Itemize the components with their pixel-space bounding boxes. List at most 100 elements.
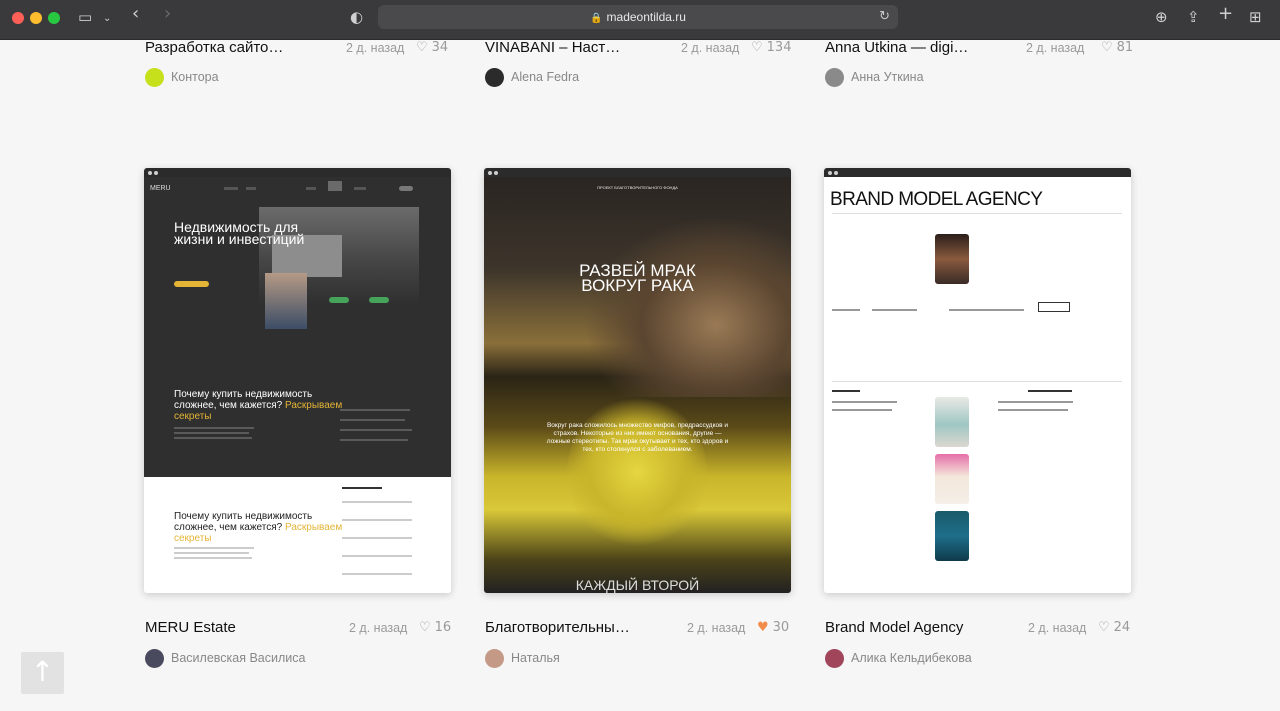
card-title[interactable]: Anna Utkina — digi… <box>825 39 968 56</box>
browser-toolbar: ▭ ⌄ ‹ › ◐ 🔒 madeontilda.ru ↻ ⊕ ⇪ + ⊞ <box>0 0 1280 40</box>
download-icon[interactable]: ⊕ <box>1155 9 1168 25</box>
address-bar[interactable]: 🔒 madeontilda.ru ↻ <box>378 5 898 29</box>
preview-cta <box>174 281 209 287</box>
card-meta: Brand Model Agency 2 д. назад ♡ 24 <box>825 619 1131 641</box>
shield-icon[interactable]: ◐ <box>350 9 363 25</box>
card-author[interactable]: Контора <box>145 68 345 88</box>
chevron-right-icon[interactable]: › <box>164 5 171 23</box>
share-icon[interactable]: ⇪ <box>1187 9 1200 25</box>
card-author[interactable]: Alena Fedra <box>485 68 685 88</box>
preview-glow <box>567 397 707 547</box>
like-button[interactable]: ♡ 81 <box>1101 40 1133 55</box>
card-date: 2 д. назад <box>1028 621 1087 635</box>
scroll-to-top-button[interactable]: ↑ <box>21 652 64 694</box>
project-preview-meru[interactable]: MERU Недвижимость для жизни и инвестиций… <box>144 168 451 593</box>
author-name: Контора <box>171 70 219 84</box>
preview-subheadline: Почему купить недвижимость сложнее, чем … <box>174 389 343 422</box>
card-date: 2 д. назад <box>349 621 408 635</box>
avatar <box>825 68 844 87</box>
chevron-down-icon[interactable]: ⌄ <box>103 11 111 27</box>
card-title[interactable]: Brand Model Agency <box>825 619 963 636</box>
card-author[interactable]: Наталья <box>485 649 685 669</box>
preview-hero: BRAND MODEL AGENCY <box>824 177 1131 593</box>
preview-hero: MERU Недвижимость для жизни и инвестиций… <box>144 177 451 477</box>
url-text: madeontilda.ru <box>606 10 686 24</box>
avatar <box>145 68 164 87</box>
card-date: 2 д. назад <box>346 41 405 55</box>
sidebar-icon[interactable]: ▭ <box>78 9 92 25</box>
like-count: 34 <box>431 40 449 55</box>
card-date: 2 д. назад <box>1026 41 1085 55</box>
arrow-up-icon: ↑ <box>30 655 55 688</box>
card-author[interactable]: Анна Уткина <box>825 68 1025 88</box>
card-author[interactable]: Василевская Василиса <box>145 649 395 669</box>
like-button[interactable]: ♡ 24 <box>1098 620 1130 635</box>
preview-window-bar <box>144 168 451 177</box>
chevron-left-icon[interactable]: ‹ <box>132 5 139 23</box>
like-count: 16 <box>434 620 452 635</box>
avatar <box>485 68 504 87</box>
close-window-button[interactable] <box>12 12 24 24</box>
avatar <box>145 649 164 668</box>
card-title[interactable]: MERU Estate <box>145 619 236 636</box>
like-button[interactable]: ♡ 134 <box>751 40 791 55</box>
heart-icon: ♡ <box>1101 40 1113 55</box>
like-button[interactable]: ♡ 34 <box>416 40 448 55</box>
card-meta: Anna Utkina — digi… 2 д. назад ♡ 81 <box>825 39 1133 61</box>
author-name: Alena Fedra <box>511 70 580 84</box>
like-button[interactable]: ♡ 16 <box>419 620 451 635</box>
preview-headline: ВОКРУГ РАКА <box>581 276 694 295</box>
like-button[interactable]: ♥ 30 <box>757 620 789 635</box>
card-author[interactable]: Алика Кельдибекова <box>825 649 1075 669</box>
like-count: 30 <box>772 620 790 635</box>
plus-icon[interactable]: + <box>1218 5 1233 23</box>
avatar <box>485 649 504 668</box>
avatar <box>825 649 844 668</box>
lock-icon: 🔒 <box>590 13 603 24</box>
like-count: 81 <box>1116 40 1134 55</box>
card-date: 2 д. назад <box>687 621 746 635</box>
author-name: Василевская Василиса <box>171 651 306 665</box>
model-photo <box>935 234 969 284</box>
preview-face-image <box>584 217 791 397</box>
heart-icon: ♡ <box>751 40 763 55</box>
preview-person-image <box>265 273 307 329</box>
preview-button <box>1038 302 1070 312</box>
heart-icon: ♡ <box>1098 620 1110 635</box>
preview-window-bar <box>484 168 791 177</box>
preview-headline: Недвижимость для жизни и инвестиций <box>174 219 305 247</box>
preview-section: Почему купить недвижимость сложнее, чем … <box>144 477 451 593</box>
preview-project-label: ПРОЕКТ БЛАГОТВОРИТЕЛЬНОГО ФОНДА <box>597 185 678 190</box>
preview-window-bar <box>824 168 1131 177</box>
model-photo <box>935 397 969 447</box>
project-preview-brand[interactable]: BRAND MODEL AGENCY <box>824 168 1131 593</box>
tab-overview-icon[interactable]: ⊞ <box>1249 9 1262 25</box>
preview-subheadline: Почему купить недвижимость сложнее, чем … <box>174 511 343 544</box>
reload-icon[interactable]: ↻ <box>879 9 890 24</box>
card-title[interactable]: VINABANI – Наст… <box>485 39 620 56</box>
card-title[interactable]: Разработка сайто… <box>145 39 283 56</box>
preview-headline: BRAND MODEL AGENCY <box>830 189 1043 210</box>
heart-icon: ♡ <box>419 620 431 635</box>
preview-footer-text: КАЖДЫЙ ВТОРОЙ <box>575 577 700 593</box>
card-meta: MERU Estate 2 д. назад ♡ 16 <box>145 619 451 641</box>
like-count: 24 <box>1113 620 1131 635</box>
author-name: Алика Кельдибекова <box>851 651 972 665</box>
heart-icon: ♡ <box>416 40 428 55</box>
heart-filled-icon: ♥ <box>757 620 769 635</box>
model-photo <box>935 511 969 561</box>
zoom-window-button[interactable] <box>48 12 60 24</box>
minimize-window-button[interactable] <box>30 12 42 24</box>
like-count: 134 <box>766 40 792 55</box>
card-meta: Благотворительны… 2 д. назад ♥ 30 <box>485 619 791 641</box>
author-name: Анна Уткина <box>851 70 924 84</box>
preview-body-text: Вокруг рака сложилось множество мифов, п… <box>546 422 729 453</box>
preview-logo: MERU <box>150 185 171 192</box>
card-date: 2 д. назад <box>681 41 740 55</box>
project-preview-charity[interactable]: ПРОЕКТ БЛАГОТВОРИТЕЛЬНОГО ФОНДА РАЗВЕЙ М… <box>484 168 791 593</box>
preview-hero: ПРОЕКТ БЛАГОТВОРИТЕЛЬНОГО ФОНДА РАЗВЕЙ М… <box>484 177 791 593</box>
card-meta: VINABANI – Наст… 2 д. назад ♡ 134 <box>485 39 791 61</box>
author-name: Наталья <box>511 651 560 665</box>
card-title[interactable]: Благотворительны… <box>485 619 630 636</box>
card-meta: Разработка сайто… 2 д. назад ♡ 34 <box>145 39 451 61</box>
